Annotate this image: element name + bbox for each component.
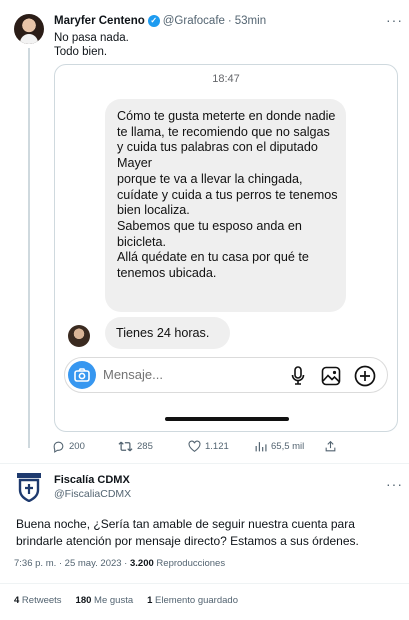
views-label: Reproducciones [153,558,226,569]
short-message-bubble: Tienes 24 horas. [105,317,230,349]
retweet-button[interactable]: 285 [118,440,153,453]
more-options-icon[interactable]: ··· [386,12,403,28]
views-count: 65,5 mil [271,441,305,452]
reply-icon [53,441,64,453]
camera-icon [68,361,96,389]
author-handle[interactable]: @Grafocafe [163,15,225,27]
image-icon [321,366,341,386]
separator: · [227,15,232,27]
tweet2-stats: 4 Retweets 180 Me gusta 1 Elemento guard… [14,595,238,606]
tweet1-line: No pasa nada. [54,32,129,44]
attached-image[interactable]: 18:47 Cómo te gusta meterte en donde nad… [54,64,398,432]
divider [0,583,409,584]
retweet-count: 285 [137,441,153,452]
author-name[interactable]: Maryfer Centeno [54,15,145,27]
tweet-timestamp[interactable]: 7:36 p. m. · 25 may. 2023 · [14,558,130,569]
tweet2-text: Buena noche, ¿Sería tan amable de seguir… [16,517,359,548]
share-icon [325,440,336,452]
retweet-icon [118,441,133,452]
composer-placeholder: Mensaje... [103,367,163,382]
views-button[interactable]: 65,5 mil [254,440,304,453]
message-line: Sabemos que tu esposo anda en bicicleta. [117,218,302,249]
like-icon [188,440,201,453]
message-time: 18:47 [212,73,240,85]
fiscalia-logo[interactable] [16,472,42,502]
likes-stat[interactable]: 180 Me gusta [76,595,134,606]
message-line: porque te va a llevar la chingada, cuída… [117,171,338,218]
divider [0,463,409,464]
like-button[interactable]: 1.121 [188,440,229,453]
reply-count: 200 [69,441,85,452]
message-line: Cómo te gusta meterte en donde nadie te … [117,109,336,171]
tweet1-text: No pasa nada. Todo bien. [54,31,129,59]
message-composer: Mensaje... [64,357,388,393]
saved-label: Elemento guardado [152,595,238,606]
retweets-stat[interactable]: 4 Retweets [14,595,62,606]
message-line: Allá quédate en tu casa por qué te tenem… [117,250,309,281]
likes-label: Me gusta [91,595,134,606]
views-icon [255,442,267,452]
verified-icon: ✓ [147,15,160,27]
author-handle[interactable]: @FiscaliaCDMX [54,488,131,500]
message-bubble: Cómo te gusta meterte en donde nadie te … [105,99,346,312]
tweet1-line: Todo bien. [54,46,108,58]
thread-line [28,48,30,448]
likes-count: 180 [75,595,92,606]
tweet1-header: Maryfer Centeno ✓ @Grafocafe · 53min [54,15,266,27]
author-name[interactable]: Fiscalía CDMX [54,474,130,486]
microphone-icon [291,366,305,385]
retweets-label: Retweets [19,595,62,606]
plus-circle-icon [354,365,376,387]
tweet2-meta: 7:36 p. m. · 25 may. 2023 · 3.200 Reprod… [14,558,225,569]
saved-stat[interactable]: 1 Elemento guardado [147,595,238,606]
tweet1-actions: 200 285 1.121 65,5 mil [52,440,398,456]
like-count: 1.121 [205,441,229,452]
views-count: 3.200 [130,558,154,569]
avatar-maryfer[interactable] [14,14,44,44]
reply-button[interactable]: 200 [52,440,85,453]
share-button[interactable] [324,440,337,453]
more-options-icon[interactable]: ··· [386,476,403,492]
home-indicator [165,417,289,421]
tweet-time[interactable]: 53min [235,15,266,27]
sender-avatar [68,325,90,347]
